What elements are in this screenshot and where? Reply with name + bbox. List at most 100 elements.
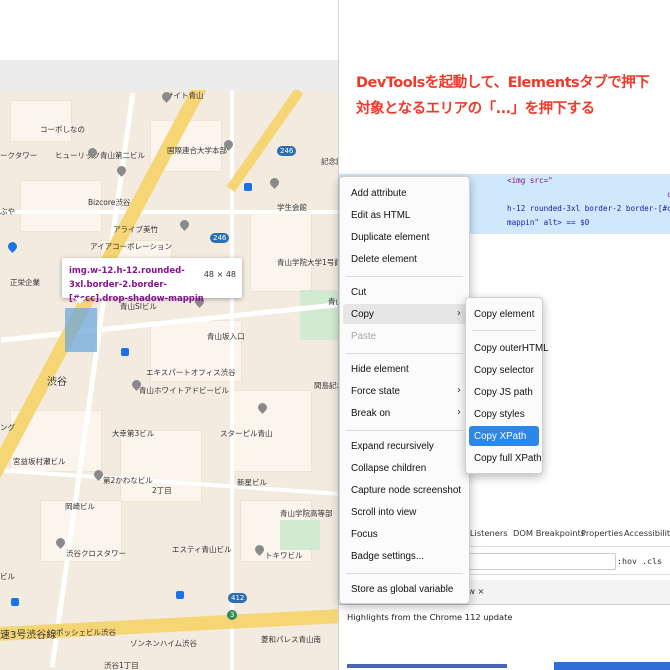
menu-item-scroll-into-view[interactable]: Scroll into view <box>351 507 416 518</box>
map-panel: サイト青山 コーポしなの 国際連合大学本部 ークタワー ヒューリック青山第二ビル… <box>0 0 338 670</box>
map-label: 青山ホワイトアドビービル <box>139 386 229 395</box>
menu-item-copy-styles[interactable]: Copy styles <box>474 409 525 420</box>
map-label: 青山学院高等部 <box>280 509 333 518</box>
map-label: エキスパートオフィス渋谷 <box>146 368 236 377</box>
map-label: 青山学院大学1号館 <box>277 258 338 267</box>
whats-new-link[interactable] <box>347 664 507 668</box>
map-label: 青山 <box>328 297 338 306</box>
menu-item-edit-as-html[interactable]: Edit as HTML <box>351 210 410 221</box>
bus-stop-icon[interactable] <box>121 348 129 356</box>
menu-item-add-attribute[interactable]: Add attribute <box>351 188 407 199</box>
tab-accessibility[interactable]: Accessibility <box>624 528 670 538</box>
menu-item-copy[interactable]: Copy <box>351 309 374 320</box>
map-label: 岡崎ビル <box>65 502 95 511</box>
tab-dom-breakpoints[interactable]: DOM Breakpoints <box>513 528 585 538</box>
map-label: 宮益坂村瀬ビル <box>13 457 66 466</box>
map-label: エスティ青山ビル <box>172 545 232 554</box>
menu-item-duplicate-element[interactable]: Duplicate element <box>351 232 429 243</box>
menu-separator <box>346 276 463 277</box>
menu-item-focus[interactable]: Focus <box>351 529 378 540</box>
map-label: 学生会館 <box>277 203 307 212</box>
map-label: トキワビル <box>265 551 303 560</box>
menu-item-badge-settings[interactable]: Badge settings... <box>351 551 424 562</box>
map-canvas[interactable]: サイト青山 コーポしなの 国際連合大学本部 ークタワー ヒューリック青山第二ビル… <box>0 90 338 670</box>
menu-item-copy-js-path[interactable]: Copy JS path <box>474 387 533 398</box>
map-label: 正栄企業 <box>10 278 40 287</box>
map-label: スターピル青山 <box>220 429 273 438</box>
element-context-menu: Add attribute Edit as HTML Duplicate ele… <box>339 176 470 604</box>
map-label: 2丁目 <box>152 486 172 495</box>
map-block <box>250 210 312 292</box>
map-road-yellow <box>226 90 304 193</box>
map-pin-icon[interactable] <box>115 164 128 177</box>
map-label: 菱和パレス青山南 <box>261 635 321 644</box>
menu-item-collapse-children[interactable]: Collapse children <box>351 463 426 474</box>
map-label-shibuya: 渋谷 <box>47 377 67 388</box>
inspected-element-highlight[interactable] <box>65 308 97 352</box>
menu-item-copy-outerhtml[interactable]: Copy outerHTML <box>474 343 549 354</box>
map-label: 大幸第3ビル <box>112 429 155 438</box>
map-label: Bizcore渋谷 <box>88 198 131 207</box>
menu-item-expand-recursively[interactable]: Expand recursively <box>351 441 434 452</box>
menu-item-force-state[interactable]: Force state <box>351 386 400 397</box>
code-line: c <box>667 190 670 199</box>
tab-properties[interactable]: Properties <box>581 528 623 538</box>
map-label: ポッシェビル渋谷 <box>56 628 116 637</box>
menu-separator <box>346 430 463 431</box>
hov-cls-toggle[interactable]: :hov .cls <box>617 556 662 566</box>
map-label: サイト青山 <box>166 91 204 100</box>
map-label: 第2かわなビル <box>103 476 153 485</box>
submenu-arrow-icon: › <box>457 407 461 418</box>
tab-event-listeners[interactable]: t Listeners <box>464 528 508 538</box>
menu-separator <box>346 573 463 574</box>
map-label: ぶや <box>0 207 15 216</box>
route-shield: 412 <box>228 593 248 603</box>
map-pin-icon[interactable] <box>6 240 19 253</box>
instruction-line-2: 対象となるエリアの「...」を押下する <box>356 101 595 117</box>
map-park <box>280 520 320 550</box>
code-line: h-12 rounded-3xl border-2 border-[#ccc] … <box>507 204 670 213</box>
map-label: アライブ美竹 <box>113 225 158 234</box>
instruction-title: DevToolsを起動して、Elementsタブで押下 対象となるエリアの「..… <box>356 70 666 122</box>
map-label: 国際連合大学本部 <box>167 146 227 155</box>
menu-item-hide-element[interactable]: Hide element <box>351 364 409 375</box>
submenu-arrow-icon: › <box>457 308 461 319</box>
menu-item-store-as-global-variable[interactable]: Store as global variable <box>351 584 453 595</box>
styles-filter-bar: :hov .cls <box>464 548 670 575</box>
map-label: ゾンネンハイム渋谷 <box>130 639 198 648</box>
map-pin-icon[interactable] <box>268 176 281 189</box>
styles-filter-input[interactable] <box>469 553 616 570</box>
copy-submenu: Copy element Copy outerHTML Copy selecto… <box>465 297 549 474</box>
bus-stop-icon[interactable] <box>244 183 252 191</box>
sidebar-tabs: t Listeners DOM Breakpoints Properties A… <box>464 522 670 547</box>
instruction-line-1: DevToolsを起動して、Elementsタブで押下 <box>356 75 650 91</box>
map-label: 新星ビル <box>237 478 267 487</box>
route-shield: 246 <box>277 146 297 156</box>
map-label-expressway: 速3号渋谷線 <box>0 630 57 641</box>
code-line: <img src=" <box>507 176 553 185</box>
menu-item-copy-xpath[interactable]: Copy XPath <box>474 431 526 442</box>
whats-new-headline: Highlights from the Chrome 112 update <box>347 612 513 622</box>
bus-stop-icon[interactable] <box>11 598 19 606</box>
tooltip-size: 48 × 48 <box>203 270 236 279</box>
menu-item-break-on[interactable]: Break on <box>351 408 390 419</box>
submenu-arrow-icon: › <box>457 385 461 396</box>
map-label: ング <box>0 423 15 432</box>
menu-separator <box>472 330 536 331</box>
code-line: mappin" alt> == $0 <box>507 218 590 227</box>
menu-item-paste: Paste <box>351 331 377 342</box>
menu-item-delete-element[interactable]: Delete element <box>351 254 417 265</box>
map-pin-icon[interactable] <box>178 218 191 231</box>
map-label: ヒューリック青山第二ビル <box>55 151 145 160</box>
menu-item-copy-full-xpath[interactable]: Copy full XPath <box>474 453 542 464</box>
map-label: ビル <box>0 572 15 581</box>
menu-item-copy-selector[interactable]: Copy selector <box>474 365 534 376</box>
menu-item-copy-element[interactable]: Copy element <box>474 309 534 320</box>
map-label: 間島記念 <box>314 381 338 390</box>
map-label: ークタワー <box>0 151 38 160</box>
menu-item-cut[interactable]: Cut <box>351 287 366 298</box>
bus-stop-icon[interactable] <box>176 591 184 599</box>
map-label: 渋谷クロスタワー <box>66 549 126 558</box>
menu-item-capture-node-screenshot[interactable]: Capture node screenshot <box>351 485 461 496</box>
map-label: 渋谷1丁目 <box>104 661 139 670</box>
